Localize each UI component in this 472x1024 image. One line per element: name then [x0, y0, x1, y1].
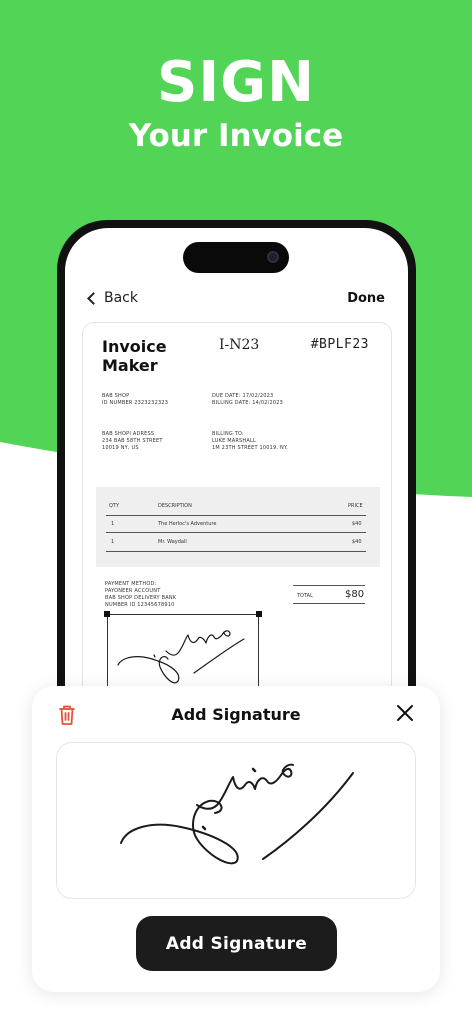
dynamic-island — [183, 242, 289, 273]
items-table: QTY DESCRIPTION PRICE 1 The Herloc's Adv… — [96, 487, 380, 567]
close-icon[interactable] — [396, 704, 414, 722]
phone-frame: Back Done Invoice Maker I-N23 #BPLF23 BA… — [57, 220, 416, 768]
invoice-title: Invoice Maker — [102, 337, 167, 375]
row-1-price: $40 — [352, 521, 362, 527]
row-2-qty: 1 — [111, 539, 115, 545]
table-header-description: DESCRIPTION — [158, 503, 192, 509]
add-signature-sheet: Add Signature Add Signature — [32, 686, 440, 992]
signature-pad[interactable] — [56, 742, 416, 899]
signature-drawing — [120, 763, 354, 865]
from-id: ID NUMBER 2323232323 — [102, 400, 169, 406]
back-label: Back — [104, 290, 138, 306]
table-divider — [106, 532, 366, 533]
billing-to-name: LUKE MARSHALL — [212, 438, 256, 444]
camera-icon — [267, 251, 279, 263]
hero-headline: SIGN — [157, 50, 315, 115]
payment-line-3: NUMBER ID 12345678910 — [105, 602, 175, 608]
invoice-code: #BPLF23 — [310, 337, 369, 352]
from-address-1: 234 BAB 58TH STREET — [102, 438, 163, 444]
chevron-left-icon — [87, 291, 100, 305]
table-divider — [106, 515, 366, 516]
row-1-qty: 1 — [111, 521, 115, 527]
signature-image — [117, 630, 245, 684]
due-date: DUE DATE: 17/02/2023 — [212, 393, 274, 399]
row-2-description: Mr. Waydall — [158, 539, 187, 545]
payment-label: PAYMENT METHOD: — [105, 581, 157, 587]
from-address-2: 10019 NY, US — [102, 445, 139, 451]
billing-to-address: 1M 23TH STREET 10019. NY. — [212, 445, 288, 451]
total-divider — [293, 585, 365, 586]
billing-to-label: BILLING TO: — [212, 431, 244, 437]
from-name: BAB SHOP — [102, 393, 130, 399]
table-header-qty: QTY — [109, 503, 120, 509]
payment-line-1: PAYONEER ACCOUNT — [105, 588, 161, 594]
done-button[interactable]: Done — [347, 291, 385, 306]
hero-subhead: Your Invoice — [128, 118, 344, 154]
sheet-title: Add Signature — [171, 705, 301, 724]
placed-signature[interactable] — [104, 611, 262, 694]
payment-line-2: BAB SHOP DELIVERY BANK — [105, 595, 177, 601]
row-1-description: The Herloc's Adventure — [158, 521, 217, 527]
add-signature-button[interactable]: Add Signature — [136, 916, 337, 971]
invoice-number: I-N23 — [219, 337, 260, 353]
total-value: $80 — [345, 589, 365, 600]
back-button[interactable]: Back — [87, 290, 138, 306]
total-label: TOTAL — [297, 593, 313, 599]
table-header-price: PRICE — [348, 503, 363, 509]
row-2-price: $40 — [352, 539, 362, 545]
table-divider — [106, 551, 366, 552]
total-divider — [293, 603, 365, 604]
from-address-label: BAB SHOPI ADRESS — [102, 431, 155, 437]
billing-date: BILLING DATE: 14/02/2023 — [212, 400, 284, 406]
